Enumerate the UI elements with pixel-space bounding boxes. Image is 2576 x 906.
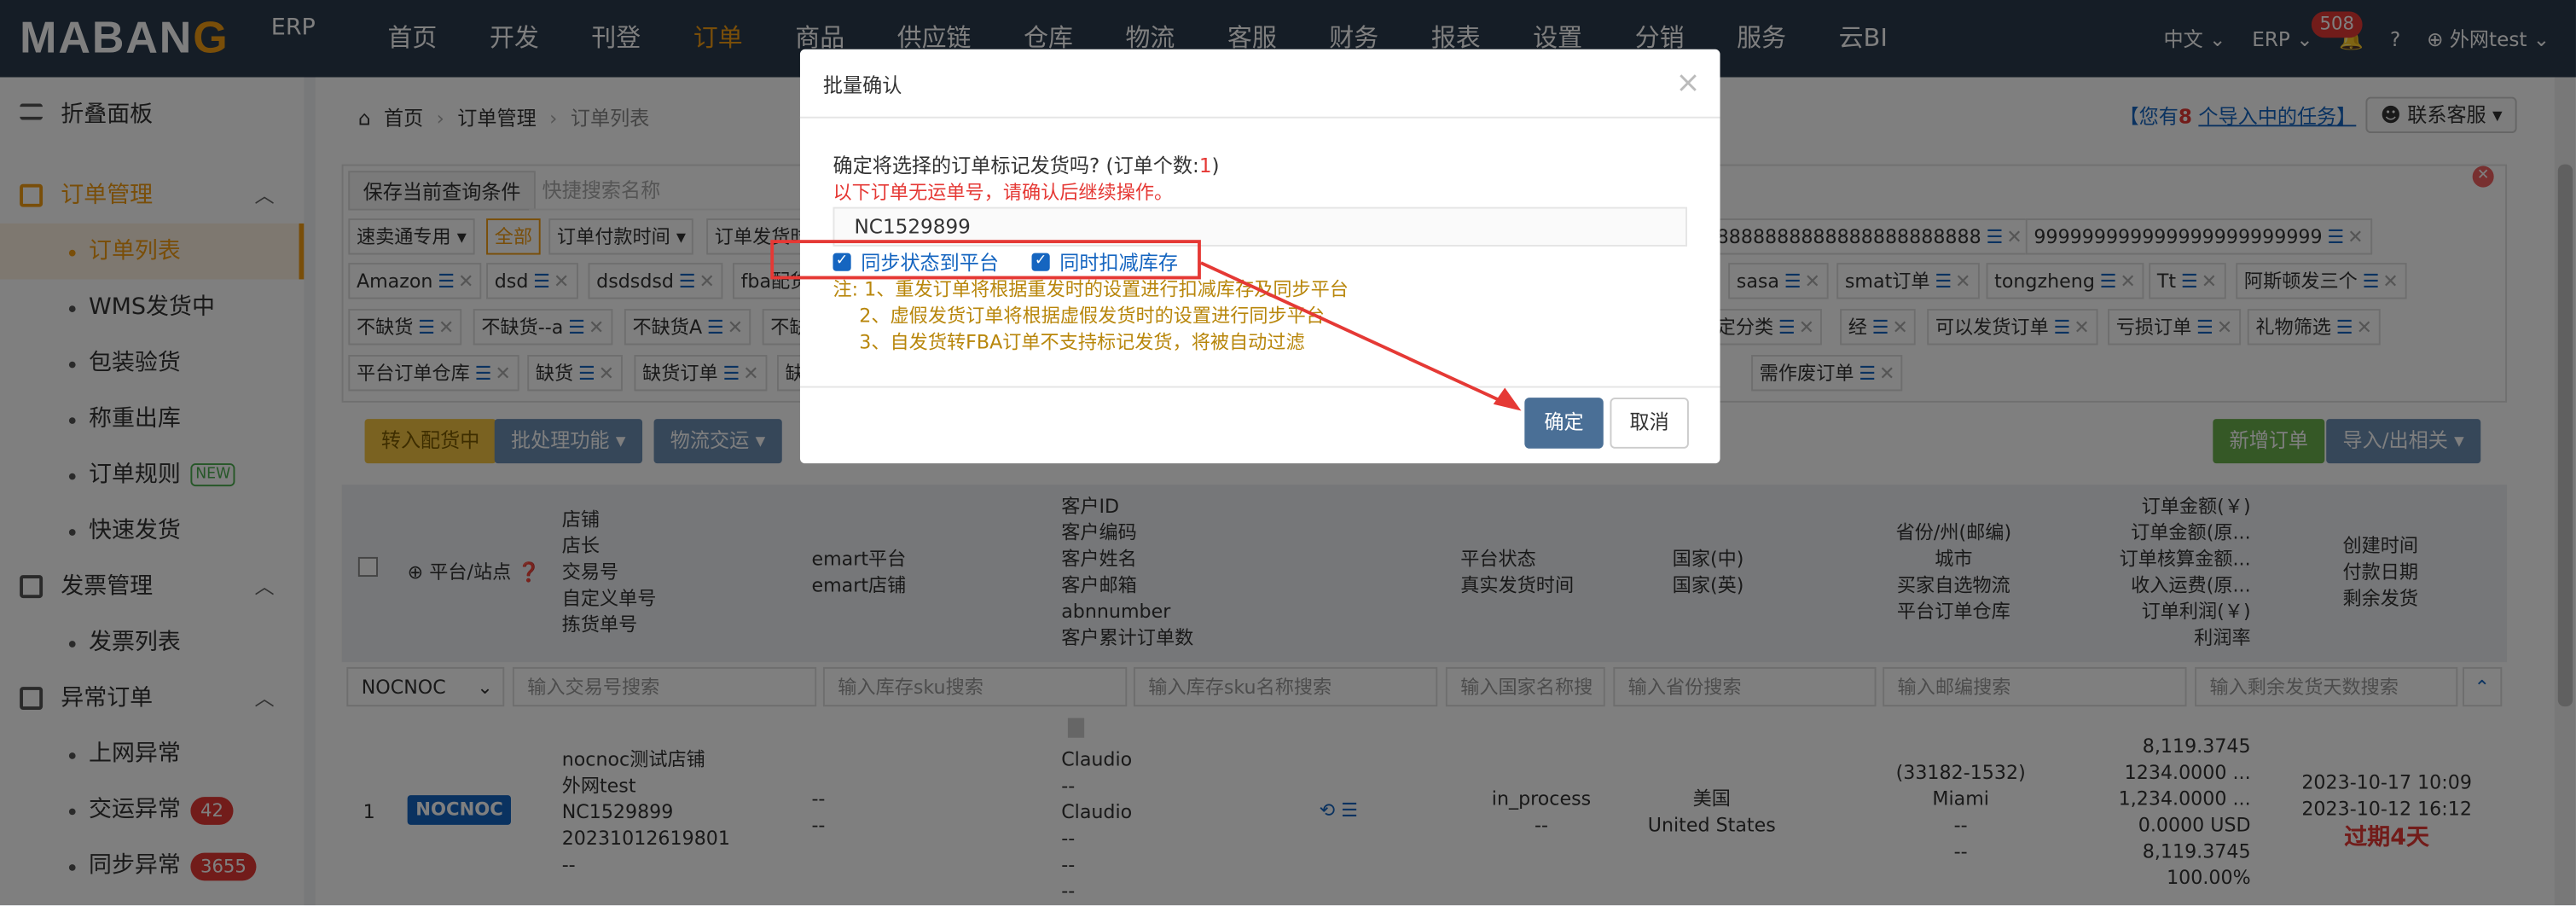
annotation-arrow (1200, 261, 1522, 411)
app-root: MABANG ERP 首页开发刊登订单商品供应链仓库物流客服财务报表设置分销服务… (0, 0, 2576, 906)
